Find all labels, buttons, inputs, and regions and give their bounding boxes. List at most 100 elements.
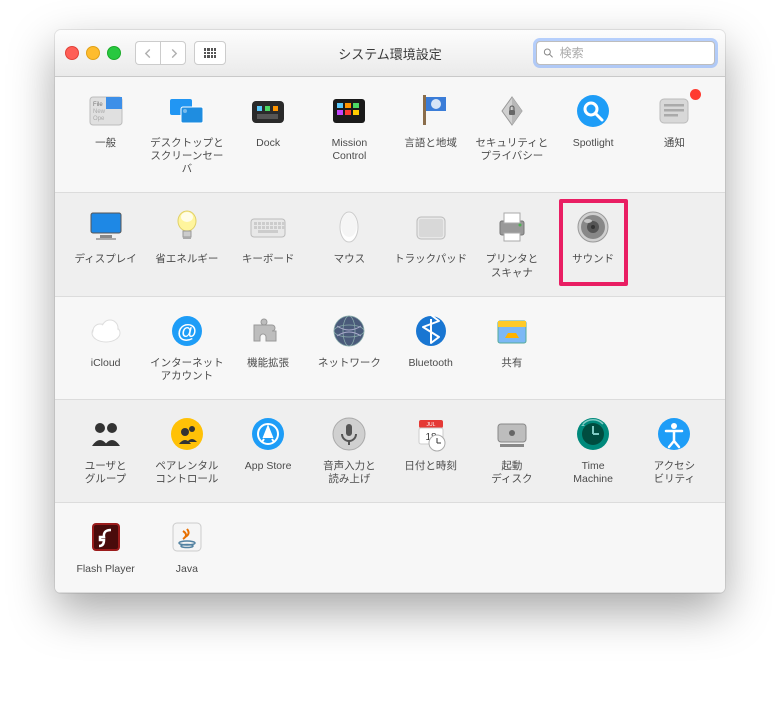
dock-icon [248,91,288,131]
pref-item-label: Spotlight [573,137,614,150]
pref-row: ユーザと グループ ペアレンタル コントロール App Store 音声入力と 読み上… [55,400,725,503]
back-button[interactable] [135,41,160,65]
forward-button[interactable] [160,41,186,65]
displays-icon [86,207,126,247]
close-button[interactable] [65,46,79,60]
notification-badge [690,89,701,100]
show-all-button[interactable] [194,41,226,65]
energy-icon [167,207,207,247]
pref-item-label: ユーザと グループ [85,460,127,486]
grid-icon [204,48,216,58]
pref-item-sound[interactable]: サウンド [553,207,634,279]
pref-item-label: 共有 [501,357,522,370]
internet-icon: @ [167,311,207,351]
pref-item-keyboard[interactable]: キーボード [228,207,309,279]
icloud-icon [86,311,126,351]
pref-item-label: ネットワーク [318,357,381,370]
pref-item-label: ディスプレイ [74,253,136,266]
bluetooth-icon [411,311,451,351]
svg-text:@: @ [177,321,197,343]
pref-item-spotlight[interactable]: Spotlight [553,91,634,176]
pref-item-dictation[interactable]: 音声入力と 読み上げ [309,414,390,486]
pref-item-label: ペアレンタル コントロール [155,460,218,486]
pref-item-users[interactable]: ユーザと グループ [65,414,146,486]
spotlight-icon [573,91,613,131]
pref-item-sharing[interactable]: 共有 [471,311,552,383]
accessibility-icon [654,414,694,454]
zoom-button[interactable] [107,46,121,60]
minimize-button[interactable] [86,46,100,60]
datetime-icon: JUL18 [411,414,451,454]
pref-item-label: キーボード [242,253,295,266]
search-field[interactable] [536,41,715,65]
pref-row: ディスプレイ 省エネルギー キーボード マウス トラックパッド プリンタと スキャナ サウン… [55,193,725,296]
pref-item-timemachine[interactable]: Time Machine [553,414,634,486]
extensions-icon [248,311,288,351]
pref-item-security[interactable]: セキュリティと プライバシー [471,91,552,176]
pref-item-label: プリンタと スキャナ [486,253,539,279]
pref-item-label: サウンド [572,253,614,266]
pref-row: iCloud @ インターネット アカウント 機能拡張 ネットワーク Bluetooth 共… [55,297,725,400]
pref-item-label: iCloud [91,357,121,370]
svg-text:New: New [93,109,106,115]
appstore-icon [248,414,288,454]
pref-row: FileNewOpe 一般 デスクトップと スクリーンセーバDock Mission … [55,77,725,193]
pref-item-mission[interactable]: Mission Control [309,91,390,176]
parental-icon [167,414,207,454]
pref-item-flash[interactable]: Flash Player [65,517,146,576]
flash-icon [86,517,126,557]
preferences-grid: FileNewOpe 一般 デスクトップと スクリーンセーバDock Mission … [55,77,725,593]
trackpad-icon [411,207,451,247]
pref-item-label: 音声入力と 読み上げ [323,460,376,486]
pref-item-network[interactable]: ネットワーク [309,311,390,383]
pref-item-energy[interactable]: 省エネルギー [146,207,227,279]
pref-item-label: Mission Control [332,137,368,163]
pref-item-label: 日付と時刻 [404,460,457,473]
pref-item-language[interactable]: 言語と地域 [390,91,471,176]
search-icon [543,47,554,59]
pref-item-dock[interactable]: Dock [228,91,309,176]
startup-icon [492,414,532,454]
pref-item-label: トラックパッド [394,253,467,266]
pref-item-label: 言語と地域 [404,137,457,150]
pref-item-internet[interactable]: @ インターネット アカウント [146,311,227,383]
pref-item-label: 機能拡張 [247,357,289,370]
pref-item-startup[interactable]: 起動 ディスク [471,414,552,486]
desktop-icon [167,91,207,131]
nav-buttons [135,41,186,65]
pref-item-bluetooth[interactable]: Bluetooth [390,311,471,383]
pref-item-extensions[interactable]: 機能拡張 [228,311,309,383]
pref-item-label: マウス [334,253,366,266]
search-input[interactable] [558,45,708,61]
pref-item-label: Java [176,563,198,576]
pref-item-label: インターネット アカウント [150,357,224,383]
pref-item-parental[interactable]: ペアレンタル コントロール [146,414,227,486]
pref-item-printers[interactable]: プリンタと スキャナ [471,207,552,279]
pref-item-general[interactable]: FileNewOpe 一般 [65,91,146,176]
pref-row: Flash Player Java [55,503,725,593]
pref-item-desktop[interactable]: デスクトップと スクリーンセーバ [146,91,227,176]
svg-text:JUL: JUL [426,422,435,428]
pref-item-label: アクセシ ビリティ [654,460,695,486]
pref-item-mouse[interactable]: マウス [309,207,390,279]
pref-item-label: セキュリティと プライバシー [475,137,548,163]
pref-item-icloud[interactable]: iCloud [65,311,146,383]
pref-item-label: 起動 ディスク [491,460,532,486]
pref-item-label: Flash Player [76,563,134,576]
dictation-icon [329,414,369,454]
sharing-icon [492,311,532,351]
window-controls [65,46,121,60]
general-icon: FileNewOpe [86,91,126,131]
pref-item-trackpad[interactable]: トラックパッド [390,207,471,279]
pref-item-notifications[interactable]: 通知 [634,91,715,176]
sound-icon [573,207,613,247]
pref-item-label: 一般 [95,137,116,150]
pref-item-appstore[interactable]: App Store [228,414,309,486]
pref-item-displays[interactable]: ディスプレイ [65,207,146,279]
pref-item-label: 省エネルギー [155,253,218,266]
pref-item-java[interactable]: Java [146,517,227,576]
pref-item-label: Time Machine [573,460,613,486]
pref-item-datetime[interactable]: JUL18 日付と時刻 [390,414,471,486]
system-preferences-window: システム環境設定 FileNewOpe一般デスクトップと スクリーンセーバDoc… [55,30,725,593]
pref-item-accessibility[interactable]: アクセシ ビリティ [634,414,715,486]
